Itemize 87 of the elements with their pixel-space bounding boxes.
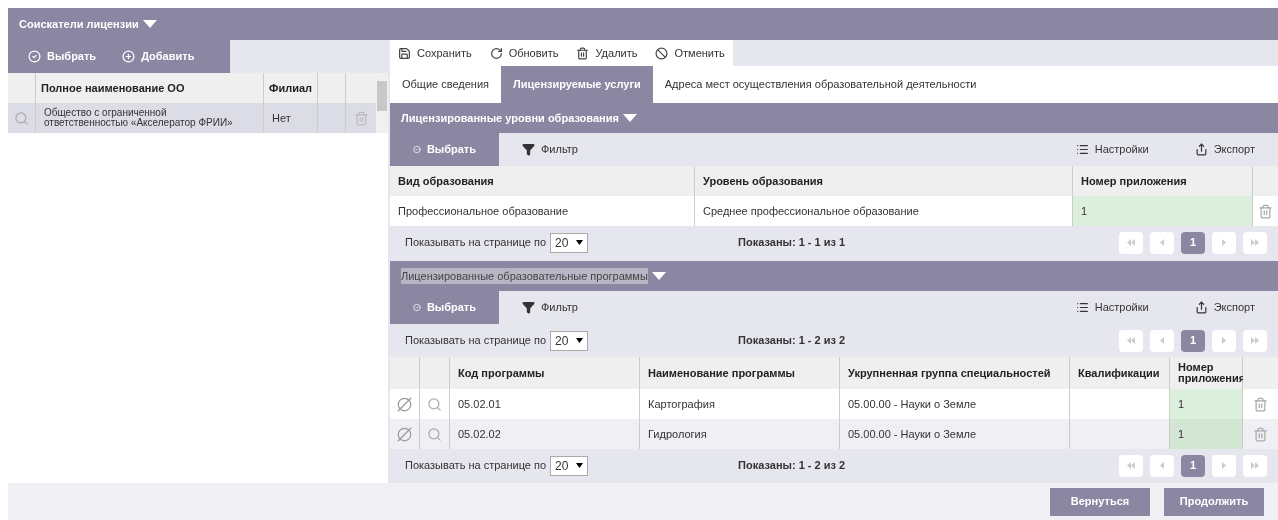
table-cell: Картография	[640, 389, 840, 419]
check-circle-icon	[28, 50, 41, 63]
first-page-icon	[1127, 337, 1135, 344]
last-page-icon	[1251, 462, 1259, 469]
dropdown-caret-icon	[651, 272, 666, 280]
dropdown-caret-icon	[576, 338, 584, 343]
dropdown-caret-icon	[576, 463, 584, 468]
export-button[interactable]: Экспорт	[1171, 291, 1278, 324]
first-page-icon	[1127, 462, 1135, 469]
settings-button[interactable]: Настройки	[1052, 133, 1172, 166]
check-circle-icon	[413, 301, 421, 314]
list-icon	[1075, 143, 1089, 156]
last-page-icon	[1251, 239, 1259, 246]
previous-page-button[interactable]	[1150, 231, 1174, 254]
last-page-button[interactable]	[1243, 231, 1267, 254]
per-page-select[interactable]: 20	[550, 232, 589, 253]
filter-button[interactable]: Фильтр	[499, 291, 601, 324]
first-page-icon	[1127, 239, 1135, 246]
scrollbar[interactable]	[376, 73, 388, 133]
first-page-button[interactable]	[1119, 231, 1143, 254]
refresh-icon	[489, 46, 503, 60]
previous-page-button[interactable]	[1150, 454, 1174, 477]
per-page-select[interactable]: 20	[550, 330, 589, 351]
funnel-icon	[522, 301, 535, 314]
export-icon	[1194, 301, 1208, 314]
table-cell: Профессиональное образование	[390, 196, 695, 226]
first-page-button[interactable]	[1119, 454, 1143, 477]
cell-text: Нет	[272, 110, 291, 126]
search-icon[interactable]	[427, 396, 442, 412]
table-cell: 1	[1170, 389, 1243, 419]
per-page-label: Показывать на странице по	[405, 458, 547, 474]
cancel-icon	[655, 46, 669, 60]
search-icon[interactable]	[427, 426, 442, 442]
cancel-button[interactable]: Отменить	[655, 44, 725, 62]
next-page-button[interactable]	[1212, 454, 1236, 477]
previous-page-icon	[1158, 462, 1166, 469]
first-page-button[interactable]	[1119, 329, 1143, 352]
last-page-button[interactable]	[1243, 454, 1267, 477]
dropdown-caret-icon	[576, 240, 584, 245]
settings-button[interactable]: Настройки	[1052, 291, 1172, 324]
export-icon	[1194, 143, 1208, 156]
table-cell: 05.02.01	[450, 389, 640, 419]
cell-text: Общество с ограниченной ответственностью «Акселератор ФРИИ»	[44, 108, 234, 128]
trash-icon[interactable]	[1253, 396, 1268, 412]
next-page-icon	[1220, 337, 1228, 344]
section-title: Лицензированные образовательные программы	[401, 267, 648, 285]
panel-title: Соискатели лицензии	[19, 16, 139, 32]
section-title: Лицензированные уровни образования	[401, 110, 619, 126]
save-icon	[398, 46, 411, 60]
shown-count: Показаны: 1 - 2 из 2	[738, 458, 846, 474]
dropdown-caret-icon	[142, 20, 157, 28]
previous-page-icon	[1158, 239, 1166, 246]
check-circle-icon	[413, 143, 421, 156]
table-cell: 05.00.00 - Науки о Земле	[840, 419, 1070, 449]
trash-icon[interactable]	[1258, 203, 1273, 219]
table-cell: Среднее профессиональное образование	[695, 196, 1073, 226]
shown-count: Показаны: 1 - 2 из 2	[738, 333, 846, 349]
per-page-select[interactable]: 20	[550, 455, 589, 476]
table-cell: 1	[1073, 196, 1253, 226]
last-page-button[interactable]	[1243, 329, 1267, 352]
last-page-icon	[1251, 337, 1259, 344]
table-cell: 05.00.00 - Науки о Земле	[840, 389, 1070, 419]
previous-page-button[interactable]	[1150, 329, 1174, 352]
export-button[interactable]: Экспорт	[1171, 133, 1278, 166]
next-page-button[interactable]	[1212, 231, 1236, 254]
per-page-label: Показывать на странице по	[405, 235, 547, 251]
trash-icon[interactable]	[353, 110, 369, 126]
next-page-button[interactable]	[1212, 329, 1236, 352]
previous-page-icon	[1158, 337, 1166, 344]
next-page-icon	[1220, 239, 1228, 246]
shown-count: Показаны: 1 - 1 из 1	[738, 235, 846, 251]
refresh-button[interactable]: Обновить	[489, 44, 559, 62]
save-button[interactable]: Сохранить	[398, 44, 472, 62]
filter-button[interactable]: Фильтр	[499, 133, 601, 166]
search-icon[interactable]	[14, 110, 29, 126]
table-cell: Гидрология	[640, 419, 840, 449]
table-cell: 05.02.02	[450, 419, 640, 449]
per-page-label: Показывать на странице по	[405, 333, 547, 349]
next-page-icon	[1220, 462, 1228, 469]
table-cell: 1	[1170, 419, 1243, 449]
trash-icon	[576, 46, 590, 60]
delete-button[interactable]: Удалить	[576, 44, 638, 62]
trash-icon[interactable]	[1253, 426, 1268, 442]
plus-circle-icon	[122, 50, 136, 63]
dropdown-caret-icon	[622, 114, 637, 122]
list-icon	[1075, 301, 1089, 314]
funnel-icon	[522, 143, 535, 156]
